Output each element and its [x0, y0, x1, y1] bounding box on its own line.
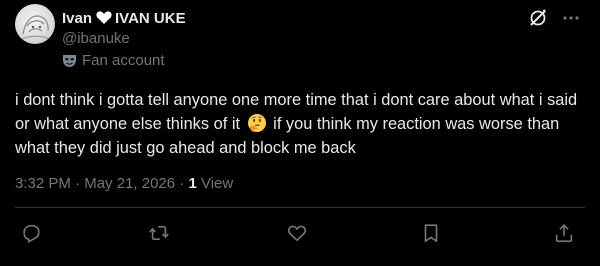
share-icon[interactable] [553, 222, 575, 244]
author-name-row[interactable]: Ivan IVAN UKE [62, 9, 186, 27]
views-label: View [196, 175, 234, 192]
bookmark-icon[interactable] [420, 222, 442, 244]
mask-icon [62, 54, 77, 68]
meta-separator-2: · [175, 175, 189, 192]
thinking-face-icon [247, 113, 267, 133]
white-heart-icon [96, 11, 112, 25]
meta-separator: · [70, 175, 85, 192]
display-name-first[interactable]: Ivan [62, 10, 92, 27]
grok-icon[interactable] [528, 8, 548, 28]
like-icon[interactable] [286, 222, 308, 244]
divider [15, 207, 585, 208]
top-right-icons [528, 8, 580, 28]
avatar-illustration [20, 15, 52, 41]
tweet-meta: 3:32 PM · May 21, 2026 · 1 View [15, 175, 233, 192]
retweet-icon[interactable] [148, 222, 170, 244]
reply-icon[interactable] [20, 222, 42, 244]
display-name-second[interactable]: IVAN UKE [115, 10, 186, 27]
tweet-date[interactable]: May 21, 2026 [84, 175, 175, 192]
tweet-card: Ivan IVAN UKE @ibanuke Fan account i don… [0, 0, 600, 266]
avatar[interactable] [15, 4, 55, 44]
tweet-text: i dont think i gotta tell anyone one mor… [15, 88, 587, 160]
account-label-text: Fan account [82, 52, 165, 69]
views-count: 1 [188, 175, 197, 192]
author-handle[interactable]: @ibanuke [62, 30, 130, 47]
more-options-icon[interactable] [562, 9, 580, 27]
tweet-time[interactable]: 3:32 PM [15, 175, 71, 192]
action-bar [0, 222, 600, 246]
account-label: Fan account [62, 52, 165, 69]
